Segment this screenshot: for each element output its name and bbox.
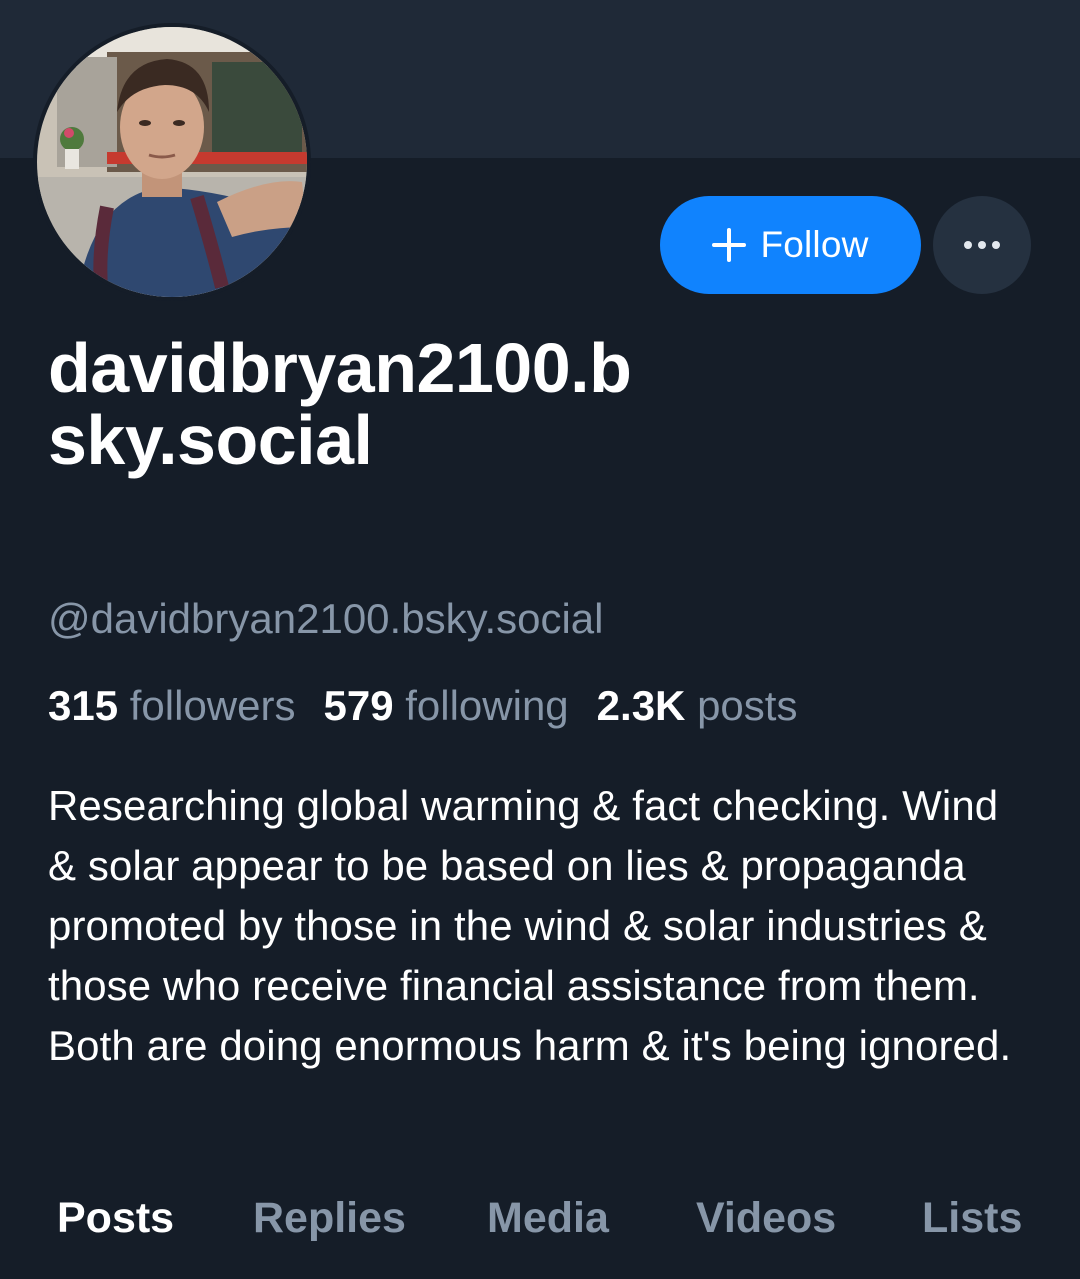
following-count: 579 bbox=[323, 682, 394, 729]
profile-bio: Researching global warming & fact checki… bbox=[48, 782, 1012, 1069]
posts-count: 2.3K bbox=[596, 682, 686, 729]
ellipsis-icon-dot bbox=[992, 241, 1000, 249]
follow-button[interactable]: Follow bbox=[660, 196, 921, 294]
display-name: davidbryan2100.bsky.social bbox=[48, 329, 632, 479]
posts-label: posts bbox=[697, 682, 798, 729]
ellipsis-icon bbox=[964, 241, 972, 249]
profile-stats: 315 followers 579 following 2.3K posts bbox=[48, 680, 825, 732]
tab-media[interactable]: Media bbox=[487, 1185, 609, 1251]
following-stat[interactable]: 579 following bbox=[323, 680, 568, 732]
handle: @davidbryan2100.bsky.social bbox=[48, 595, 604, 642]
tab-replies[interactable]: Replies bbox=[253, 1185, 406, 1251]
followers-stat[interactable]: 315 followers bbox=[48, 680, 295, 732]
profile-tabs: Posts Replies Media Videos Lists bbox=[0, 1185, 1080, 1255]
tab-posts[interactable]: Posts bbox=[57, 1185, 174, 1251]
tab-videos[interactable]: Videos bbox=[696, 1185, 836, 1251]
followers-count: 315 bbox=[48, 682, 119, 729]
more-options-button[interactable] bbox=[933, 196, 1031, 294]
ellipsis-icon-dot bbox=[978, 241, 986, 249]
posts-stat: 2.3K posts bbox=[597, 680, 798, 732]
follow-label: Follow bbox=[760, 224, 869, 265]
avatar[interactable] bbox=[33, 23, 311, 301]
following-label: following bbox=[405, 682, 569, 729]
avatar-photo bbox=[37, 27, 307, 297]
plus-icon bbox=[712, 228, 747, 262]
followers-label: followers bbox=[129, 682, 296, 729]
tab-lists[interactable]: Lists bbox=[922, 1185, 1022, 1251]
